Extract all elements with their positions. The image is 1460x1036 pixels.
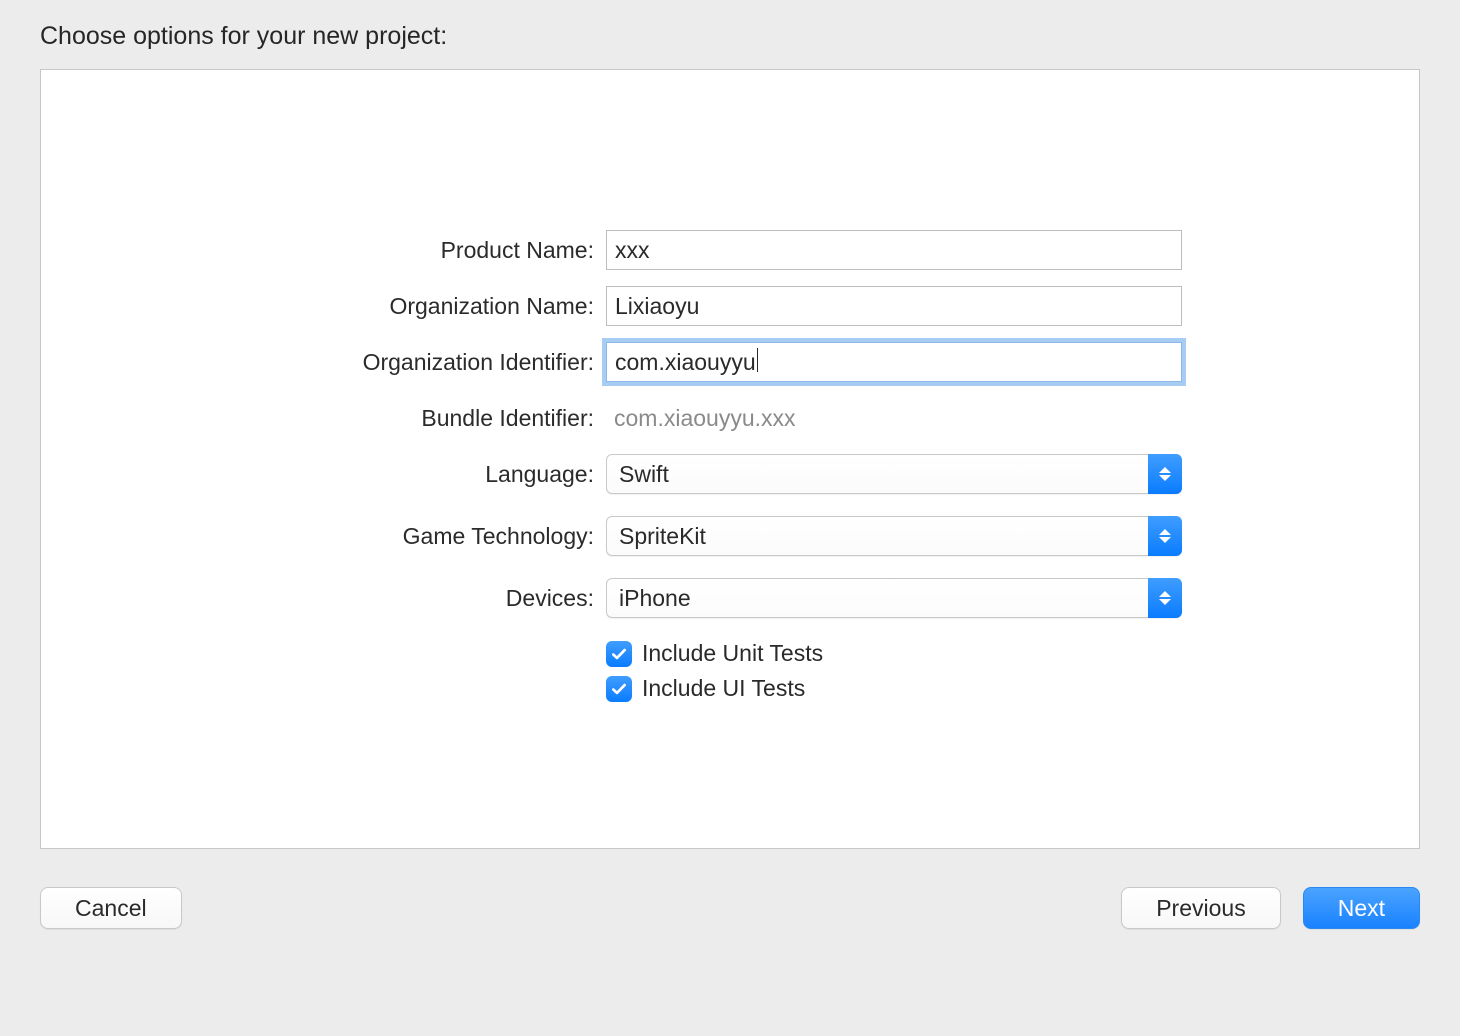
- product-name-label: Product Name:: [41, 237, 606, 264]
- devices-label: Devices:: [41, 585, 606, 612]
- stepper-icon: [1148, 578, 1182, 618]
- options-panel: Product Name: Organization Name: Organiz…: [40, 69, 1420, 849]
- language-select[interactable]: Swift: [606, 454, 1182, 494]
- devices-select[interactable]: iPhone: [606, 578, 1182, 618]
- chevron-down-icon: [1159, 475, 1171, 481]
- stepper-icon: [1148, 454, 1182, 494]
- organization-identifier-label: Organization Identifier:: [41, 349, 606, 376]
- organization-identifier-row: Organization Identifier: com.xiaouyyu: [41, 342, 1419, 382]
- dialog-footer: Cancel Previous Next: [40, 887, 1420, 929]
- chevron-up-icon: [1159, 591, 1171, 597]
- next-button[interactable]: Next: [1303, 887, 1420, 929]
- chevron-down-icon: [1159, 599, 1171, 605]
- stepper-icon: [1148, 516, 1182, 556]
- organization-identifier-value: com.xiaouyyu: [615, 349, 756, 376]
- devices-select-value: iPhone: [607, 579, 1181, 617]
- game-technology-select[interactable]: SpriteKit: [606, 516, 1182, 556]
- cancel-button[interactable]: Cancel: [40, 887, 182, 929]
- checkmark-icon: [610, 645, 628, 663]
- language-label: Language:: [41, 461, 606, 488]
- chevron-up-icon: [1159, 467, 1171, 473]
- include-ui-tests-label: Include UI Tests: [642, 675, 805, 702]
- organization-identifier-input[interactable]: com.xiaouyyu: [606, 342, 1182, 382]
- include-unit-tests-label: Include Unit Tests: [642, 640, 823, 667]
- organization-name-input[interactable]: [606, 286, 1182, 326]
- organization-name-label: Organization Name:: [41, 293, 606, 320]
- previous-button[interactable]: Previous: [1121, 887, 1280, 929]
- language-select-value: Swift: [607, 455, 1181, 493]
- bundle-identifier-label: Bundle Identifier:: [41, 405, 606, 432]
- dialog-title: Choose options for your new project:: [40, 22, 1420, 51]
- chevron-down-icon: [1159, 537, 1171, 543]
- game-technology-row: Game Technology: SpriteKit: [41, 516, 1419, 556]
- include-unit-tests-row: Include Unit Tests: [41, 640, 1419, 667]
- bundle-identifier-row: Bundle Identifier: com.xiaouyyu.xxx: [41, 398, 1419, 438]
- language-row: Language: Swift: [41, 454, 1419, 494]
- bundle-identifier-value: com.xiaouyyu.xxx: [606, 398, 1182, 438]
- chevron-up-icon: [1159, 529, 1171, 535]
- include-ui-tests-checkbox[interactable]: [606, 676, 632, 702]
- checkmark-icon: [610, 680, 628, 698]
- game-technology-select-value: SpriteKit: [607, 517, 1181, 555]
- product-name-input[interactable]: [606, 230, 1182, 270]
- text-caret: [757, 348, 758, 372]
- organization-name-row: Organization Name:: [41, 286, 1419, 326]
- game-technology-label: Game Technology:: [41, 523, 606, 550]
- product-name-row: Product Name:: [41, 230, 1419, 270]
- devices-row: Devices: iPhone: [41, 578, 1419, 618]
- include-ui-tests-row: Include UI Tests: [41, 675, 1419, 702]
- include-unit-tests-checkbox[interactable]: [606, 641, 632, 667]
- project-options-form: Product Name: Organization Name: Organiz…: [41, 230, 1419, 702]
